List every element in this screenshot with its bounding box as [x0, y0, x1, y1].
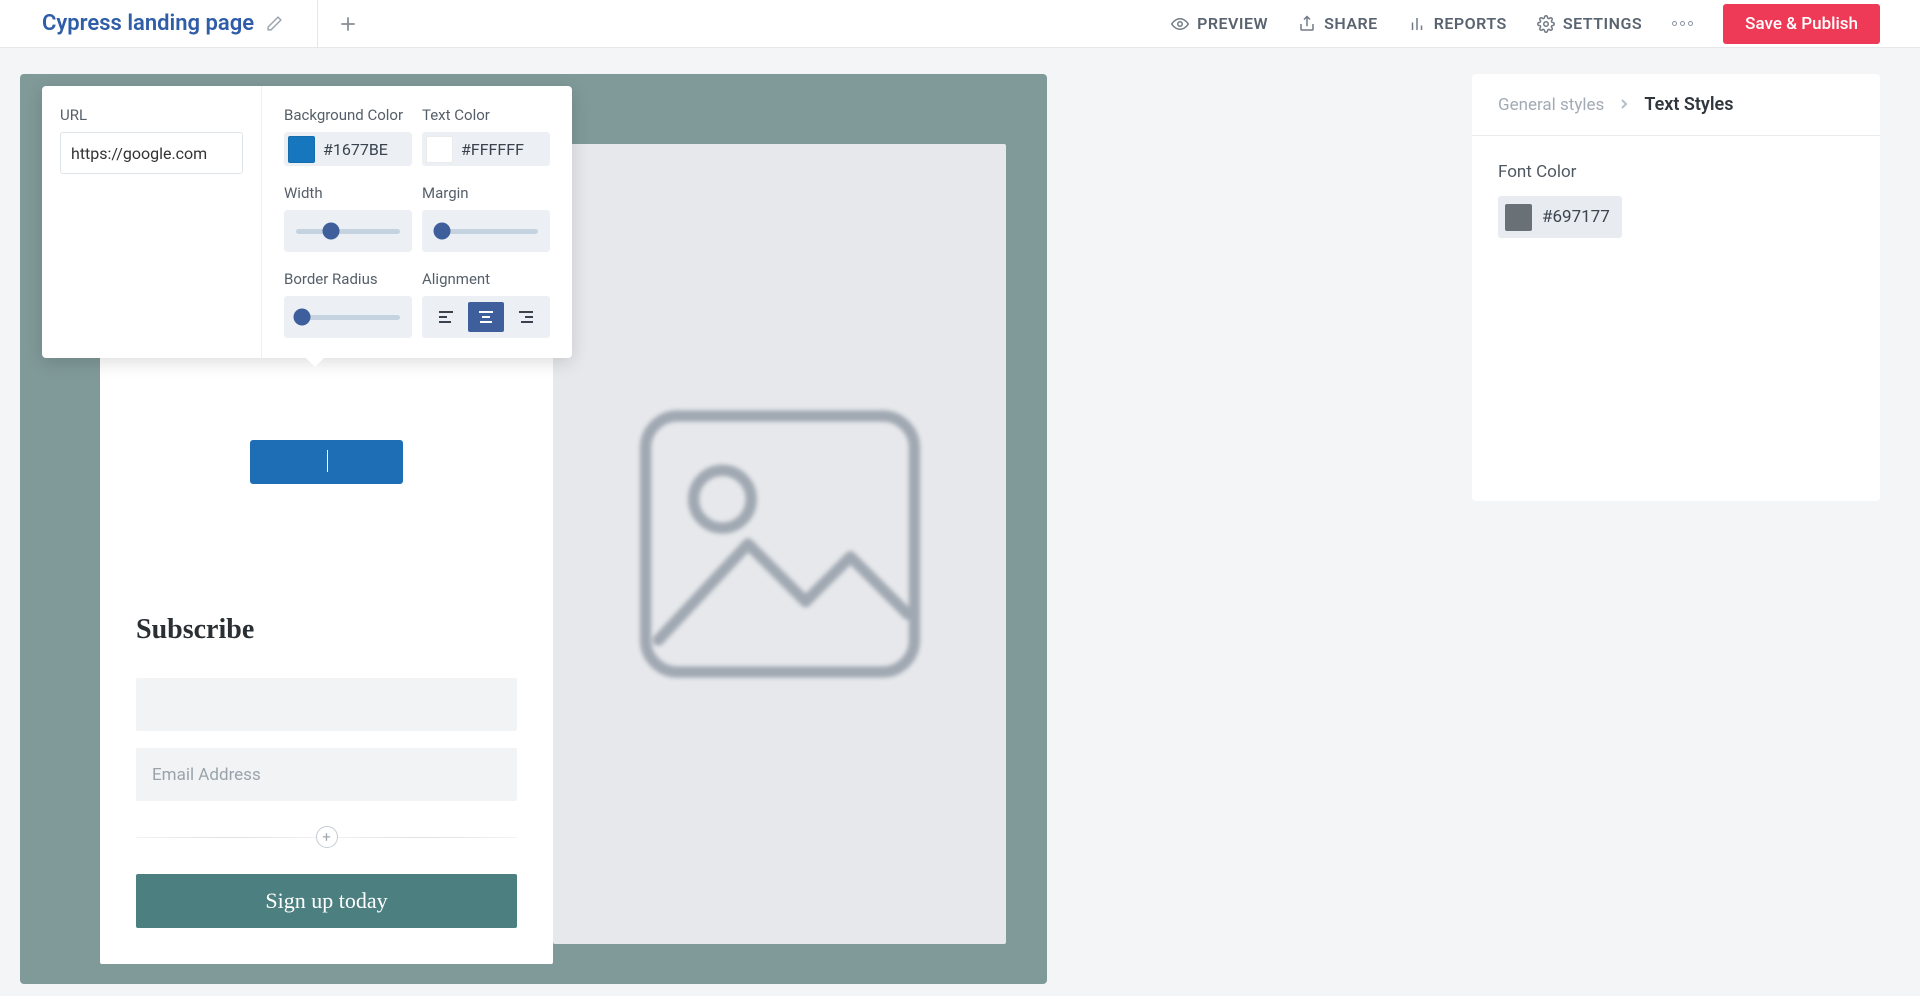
- signup-button[interactable]: Sign up today: [136, 874, 517, 928]
- chevron-right-icon: [1620, 95, 1628, 114]
- styles-sidebar: General styles Text Styles Font Color #6…: [1472, 74, 1880, 501]
- element-properties-popover: URL Background Color #1677BE Text Color …: [42, 86, 572, 358]
- text-color-value: #FFFFFF: [461, 140, 524, 159]
- radius-slider[interactable]: [284, 296, 412, 338]
- topbar-nav: PREVIEW SHARE REPORTS SETTINGS Save & Pu…: [1171, 4, 1880, 44]
- settings-label: SETTINGS: [1563, 14, 1642, 33]
- bg-color-label: Background Color: [284, 106, 412, 124]
- bg-color-field[interactable]: #1677BE: [284, 132, 412, 166]
- alignment-label: Alignment: [422, 270, 550, 288]
- subscribe-heading[interactable]: Subscribe: [136, 614, 517, 646]
- subscribe-block: Subscribe + Sign up today: [136, 614, 517, 928]
- text-color-label: Text Color: [422, 106, 550, 124]
- reports-link[interactable]: REPORTS: [1408, 14, 1507, 33]
- top-bar: Cypress landing page PREVIEW SHARE REPOR…: [0, 0, 1920, 48]
- align-right-button[interactable]: [508, 302, 544, 332]
- url-input[interactable]: [60, 132, 243, 174]
- more-icon[interactable]: [1672, 21, 1693, 26]
- add-block-icon[interactable]: +: [316, 826, 338, 848]
- add-page-icon[interactable]: [317, 0, 358, 48]
- text-swatch: [426, 136, 453, 163]
- save-publish-button[interactable]: Save & Publish: [1723, 4, 1880, 44]
- edit-name-icon[interactable]: [266, 15, 283, 32]
- breadcrumb-current: Text Styles: [1644, 94, 1733, 115]
- settings-link[interactable]: SETTINGS: [1537, 14, 1642, 33]
- share-link[interactable]: SHARE: [1298, 14, 1378, 33]
- name-input[interactable]: [136, 678, 517, 731]
- selected-button-element[interactable]: [250, 440, 403, 484]
- reports-label: REPORTS: [1434, 14, 1507, 33]
- alignment-group: [422, 296, 550, 338]
- margin-label: Margin: [422, 184, 550, 202]
- share-label: SHARE: [1324, 14, 1378, 33]
- insert-divider: +: [136, 826, 517, 848]
- align-center-button[interactable]: [468, 302, 504, 332]
- align-left-button[interactable]: [428, 302, 464, 332]
- font-color-value: #697177: [1542, 207, 1610, 227]
- preview-link[interactable]: PREVIEW: [1171, 14, 1268, 33]
- url-label: URL: [60, 106, 243, 124]
- email-input[interactable]: [136, 748, 517, 801]
- breadcrumb-parent[interactable]: General styles: [1498, 95, 1604, 115]
- preview-label: PREVIEW: [1197, 14, 1268, 33]
- font-color-swatch: [1505, 204, 1532, 231]
- radius-label: Border Radius: [284, 270, 412, 288]
- bg-swatch: [288, 136, 315, 163]
- page-title: Cypress landing page: [42, 11, 254, 36]
- text-color-field[interactable]: #FFFFFF: [422, 132, 550, 166]
- width-slider[interactable]: [284, 210, 412, 252]
- image-placeholder[interactable]: [553, 144, 1006, 944]
- bg-color-value: #1677BE: [323, 140, 388, 159]
- font-color-label: Font Color: [1498, 162, 1854, 182]
- margin-slider[interactable]: [422, 210, 550, 252]
- width-label: Width: [284, 184, 412, 202]
- font-color-field[interactable]: #697177: [1498, 196, 1622, 238]
- sidebar-breadcrumb: General styles Text Styles: [1472, 74, 1880, 136]
